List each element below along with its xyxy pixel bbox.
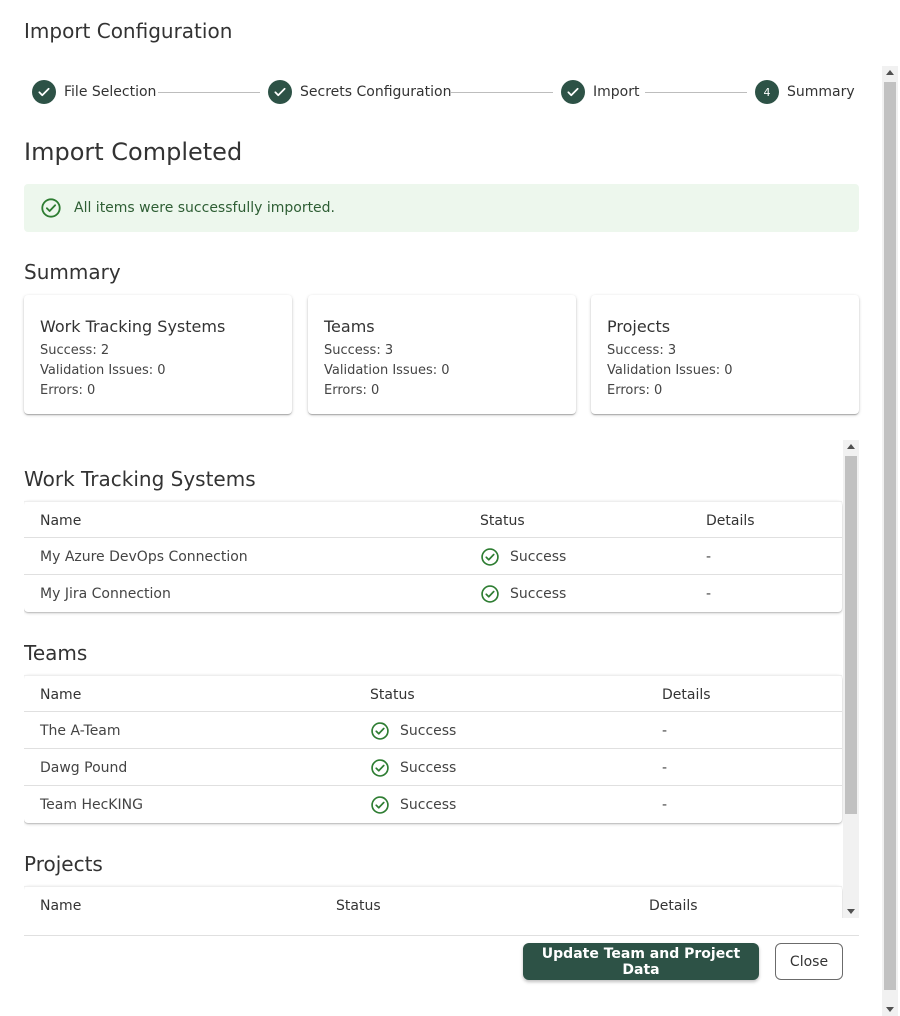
card-success: Success: 3 <box>324 343 394 358</box>
teams-table: Name Status Details The A-Team Success -… <box>24 675 842 823</box>
summary-card-projects: Projects Success: 3 Validation Issues: 0… <box>591 295 859 414</box>
step-connector <box>645 92 747 93</box>
row-name: My Jira Connection <box>40 585 171 602</box>
step-number: 4 <box>755 80 779 104</box>
step-label: File Selection <box>64 84 157 100</box>
row-status: Success <box>370 786 456 823</box>
step-connector <box>158 92 260 93</box>
card-title: Projects <box>607 317 671 336</box>
step-label: Secrets Configuration <box>300 84 452 100</box>
step-label: Summary <box>787 84 855 100</box>
alert-message: All items were successfully imported. <box>74 200 336 216</box>
column-header-details: Details <box>706 512 755 529</box>
projects-table-heading: Projects <box>24 852 103 876</box>
summary-card-teams: Teams Success: 3 Validation Issues: 0 Er… <box>308 295 576 414</box>
column-header-name: Name <box>40 897 82 914</box>
table-header-row: Name Status Details <box>24 675 842 712</box>
scroll-down-arrow-icon[interactable] <box>886 1007 894 1012</box>
table-row: My Jira Connection Success - <box>24 575 842 612</box>
row-name: The A-Team <box>40 722 121 739</box>
row-name: Team HecKING <box>40 796 143 813</box>
check-circle-outline-icon <box>41 198 61 218</box>
import-configuration-dialog: Import Configuration File Selection Secr… <box>0 0 900 1016</box>
card-title: Work Tracking Systems <box>40 317 226 336</box>
column-header-name: Name <box>40 512 82 529</box>
card-title: Teams <box>324 317 375 336</box>
card-success: Success: 3 <box>607 343 677 358</box>
card-validation: Validation Issues: 0 <box>324 363 450 378</box>
row-details: - <box>706 585 712 602</box>
card-errors: Errors: 0 <box>324 383 380 398</box>
table-row: The A-Team Success - <box>24 712 842 749</box>
status-text: Success <box>510 585 567 602</box>
dialog-title: Import Configuration <box>24 19 233 43</box>
table-row: Dawg Pound Success - <box>24 749 842 786</box>
status-text: Success <box>400 796 457 813</box>
wts-table: Name Status Details My Azure DevOps Conn… <box>24 501 842 612</box>
scroll-down-arrow-icon[interactable] <box>847 909 855 914</box>
wts-table-heading: Work Tracking Systems <box>24 467 256 491</box>
column-header-name: Name <box>40 686 82 703</box>
column-header-status: Status <box>480 512 525 529</box>
import-stepper: File Selection Secrets Configuration Imp… <box>32 80 855 104</box>
scroll-up-arrow-icon[interactable] <box>886 70 894 75</box>
row-details: - <box>662 796 668 813</box>
step-label: Import <box>593 84 640 100</box>
column-header-details: Details <box>662 686 711 703</box>
step-import: Import <box>561 80 639 104</box>
row-name: My Azure DevOps Connection <box>40 548 248 565</box>
step-connector <box>450 92 553 93</box>
check-circle-outline-icon <box>371 795 389 814</box>
scrollbar-thumb[interactable] <box>884 82 896 990</box>
details-scrollbar[interactable] <box>843 440 859 918</box>
card-errors: Errors: 0 <box>607 383 663 398</box>
scroll-up-arrow-icon[interactable] <box>847 444 855 449</box>
dialog-scrollbar[interactable] <box>882 66 898 1016</box>
row-details: - <box>662 722 668 739</box>
check-icon <box>561 80 585 104</box>
step-summary: 4 Summary <box>755 80 855 104</box>
result-heading: Import Completed <box>24 138 243 166</box>
card-validation: Validation Issues: 0 <box>607 363 733 378</box>
check-circle-outline-icon <box>371 758 389 777</box>
status-text: Success <box>400 759 457 776</box>
column-header-status: Status <box>336 897 381 914</box>
row-status: Success <box>370 749 456 786</box>
success-alert: All items were successfully imported. <box>24 184 859 232</box>
status-text: Success <box>510 548 567 565</box>
teams-table-heading: Teams <box>24 641 88 665</box>
check-circle-outline-icon <box>481 547 499 566</box>
check-circle-outline-icon <box>481 584 499 603</box>
table-row: My Azure DevOps Connection Success - <box>24 538 842 575</box>
status-text: Success <box>400 722 457 739</box>
scrollbar-thumb[interactable] <box>845 456 857 814</box>
table-row: Team HecKING Success - <box>24 786 842 823</box>
row-status: Success <box>370 712 456 749</box>
projects-table: Name Status Details <box>24 886 842 918</box>
update-team-and-project-data-button[interactable]: Update Team and Project Data <box>523 943 759 980</box>
step-file-selection: File Selection <box>32 80 156 104</box>
row-status: Success <box>480 575 566 612</box>
row-details: - <box>706 548 712 565</box>
card-validation: Validation Issues: 0 <box>40 363 166 378</box>
details-scroll-region[interactable]: Work Tracking Systems Name Status Detail… <box>24 440 859 918</box>
check-icon <box>268 80 292 104</box>
close-button[interactable]: Close <box>775 943 843 980</box>
column-header-details: Details <box>649 897 698 914</box>
row-details: - <box>662 759 668 776</box>
check-circle-outline-icon <box>371 721 389 740</box>
column-header-status: Status <box>370 686 415 703</box>
actions-divider <box>24 935 859 936</box>
summary-card-work-tracking-systems: Work Tracking Systems Success: 2 Validat… <box>24 295 292 414</box>
row-status: Success <box>480 538 566 575</box>
card-success: Success: 2 <box>40 343 110 358</box>
table-header-row: Name Status Details <box>24 501 842 538</box>
step-secrets-configuration: Secrets Configuration <box>268 80 451 104</box>
table-header-row: Name Status Details <box>24 886 842 918</box>
card-errors: Errors: 0 <box>40 383 96 398</box>
summary-heading: Summary <box>24 260 121 284</box>
check-icon <box>32 80 56 104</box>
row-name: Dawg Pound <box>40 759 128 776</box>
